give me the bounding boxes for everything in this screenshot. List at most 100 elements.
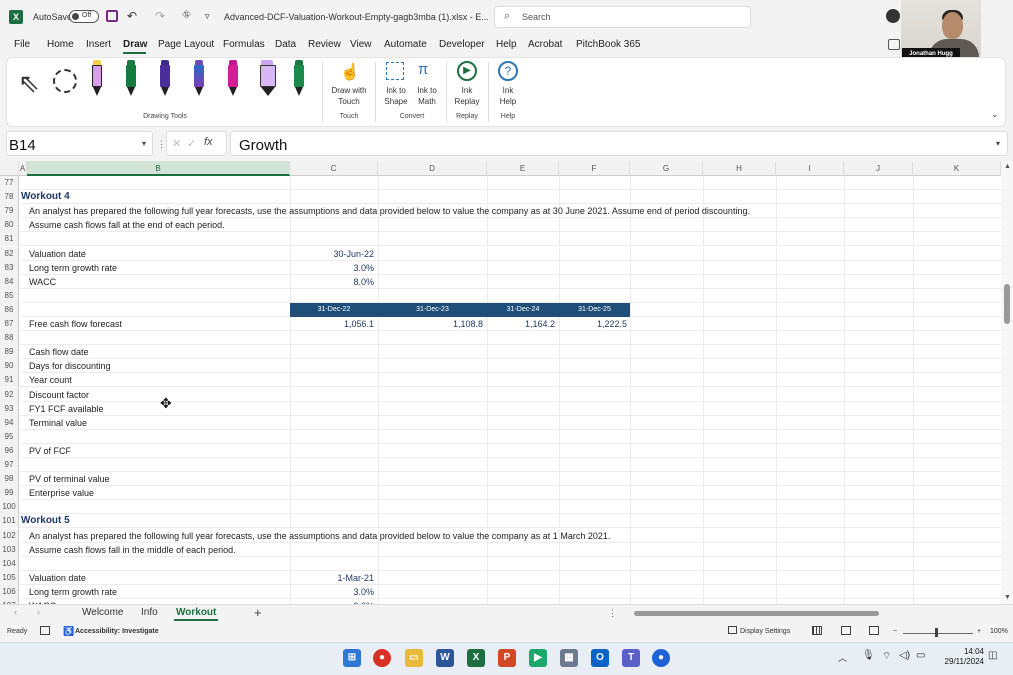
media-player-icon[interactable]: ▶: [529, 649, 547, 667]
formula-input[interactable]: Growth ▾: [230, 131, 1008, 156]
row-number[interactable]: 102: [0, 528, 19, 543]
row-number[interactable]: 87: [0, 317, 19, 331]
sheet-row[interactable]: 97: [0, 458, 1001, 473]
rows-area[interactable]: 77 78 Workout 4 79 An analyst has prepared t…: [0, 176, 1001, 604]
sheet-row[interactable]: 80 Assume cash flows fall at the end of e…: [0, 218, 1001, 233]
powerpoint-icon[interactable]: P: [498, 649, 516, 667]
menu-review[interactable]: Review: [308, 39, 341, 50]
insert-function-icon[interactable]: fx: [204, 136, 213, 148]
sheet-row[interactable]: 89 Cash flow date: [0, 345, 1001, 360]
sheet-row[interactable]: 100: [0, 500, 1001, 515]
row-number[interactable]: 100: [0, 500, 19, 515]
add-sheet-icon[interactable]: +: [254, 605, 262, 620]
ink-help-button[interactable]: Ink Help: [493, 85, 523, 107]
horizontal-scrollbar[interactable]: [630, 609, 998, 618]
forecast-value-cell[interactable]: 1,222.5: [547, 317, 627, 331]
notifications-icon[interactable]: ◫: [988, 650, 997, 661]
row-number[interactable]: 92: [0, 387, 19, 402]
row-number[interactable]: 89: [0, 345, 19, 360]
chevron-up-icon[interactable]: ︿: [838, 651, 847, 664]
profile-avatar[interactable]: [886, 9, 900, 23]
sheet-row[interactable]: 102 An analyst has prepared the following…: [0, 528, 1001, 543]
sheet-tab-welcome[interactable]: Welcome: [82, 607, 124, 618]
forecast-value-cell[interactable]: 1,108.8: [403, 317, 483, 331]
ink-to-shape-button[interactable]: Ink to Shape: [380, 85, 412, 107]
row-number[interactable]: 105: [0, 570, 19, 585]
sheet-row[interactable]: 79 An analyst has prepared the following …: [0, 204, 1001, 219]
row-number[interactable]: 97: [0, 458, 19, 472]
column-header-b[interactable]: B: [27, 161, 290, 176]
page-layout-view-icon[interactable]: [841, 626, 851, 635]
ink-to-shape-icon[interactable]: [386, 62, 404, 80]
column-header-e[interactable]: E: [487, 161, 559, 176]
label-cell[interactable]: Cash flow date: [29, 345, 89, 359]
save-icon[interactable]: [106, 10, 118, 22]
input-value-cell[interactable]: 30-Jun-22: [290, 247, 374, 261]
sheet-row[interactable]: 90 Days for discounting: [0, 359, 1001, 374]
teams-icon[interactable]: T: [622, 649, 640, 667]
pen-green-icon[interactable]: [124, 60, 138, 96]
period-header-cell[interactable]: 31-Dec-23: [378, 302, 487, 317]
draw-with-touch-button[interactable]: Draw with Touch: [329, 85, 369, 107]
redo-icon[interactable]: ↷: [155, 9, 165, 23]
menu-pitchbook[interactable]: PitchBook 365: [576, 39, 641, 50]
wifi-icon[interactable]: ⌔: [882, 650, 891, 663]
column-header-f[interactable]: F: [559, 161, 630, 176]
sheet-row[interactable]: 91 Year count: [0, 373, 1001, 388]
select-pointer-icon[interactable]: ⇖: [18, 68, 40, 99]
quick-access-icon[interactable]: ⛗: [182, 9, 191, 22]
menu-insert[interactable]: Insert: [86, 39, 111, 50]
sheet-row[interactable]: 105 Valuation date 1-Mar-21: [0, 570, 1001, 585]
clock-date[interactable]: 29/11/2024: [938, 657, 984, 666]
sheet-row[interactable]: 106 Long term growth rate 3.0%: [0, 584, 1001, 599]
pencil-yellow-icon[interactable]: [90, 60, 104, 96]
sheet-row[interactable]: 95: [0, 429, 1001, 444]
row-number[interactable]: 88: [0, 331, 19, 346]
sheet-row[interactable]: 101 Workout 5: [0, 514, 1001, 529]
sheet-row[interactable]: 94 Terminal value: [0, 415, 1001, 430]
sheet-row[interactable]: 88: [0, 331, 1001, 346]
zoom-slider-thumb[interactable]: [935, 628, 938, 637]
input-value-cell[interactable]: 3.0%: [290, 261, 374, 275]
scroll-up-icon[interactable]: ▲: [1004, 163, 1011, 170]
label-cell[interactable]: Days for discounting: [29, 359, 111, 373]
row-number[interactable]: 95: [0, 429, 19, 444]
label-cell[interactable]: Long term growth rate: [29, 585, 117, 599]
label-cell[interactable]: FY1 FCF available: [29, 402, 104, 416]
row-number[interactable]: 81: [0, 232, 19, 247]
menu-automate[interactable]: Automate: [384, 39, 427, 50]
column-header-j[interactable]: J: [844, 161, 913, 176]
pen-magenta-icon[interactable]: [226, 60, 240, 96]
input-value-cell[interactable]: 3.0%: [290, 585, 374, 599]
row-number[interactable]: 94: [0, 415, 19, 430]
period-header-cell[interactable]: 31-Dec-24: [487, 302, 559, 317]
autosave-toggle[interactable]: Off: [69, 10, 99, 23]
sheet-row[interactable]: 77: [0, 176, 1001, 191]
tabs-options-icon[interactable]: ⋮: [608, 608, 617, 619]
next-sheet-icon[interactable]: ›: [37, 607, 40, 617]
label-cell[interactable]: Terminal value: [29, 416, 87, 430]
row-number[interactable]: 104: [0, 556, 19, 571]
display-settings-icon[interactable]: [728, 626, 737, 634]
sheet-row[interactable]: 86 31-Dec-22 31-Dec-23 31-Dec-24 31-Dec-25: [0, 302, 1001, 317]
chevron-down-icon[interactable]: ▾: [142, 139, 146, 148]
clock-time[interactable]: 14:04: [948, 647, 984, 656]
label-cell[interactable]: Valuation date: [29, 571, 86, 585]
horizontal-scroll-thumb[interactable]: [634, 611, 879, 616]
microphone-icon[interactable]: 🎙: [862, 650, 875, 661]
menu-page-layout[interactable]: Page Layout: [158, 39, 214, 50]
menu-data[interactable]: Data: [275, 39, 296, 50]
ink-to-math-button[interactable]: Ink to Math: [412, 85, 442, 107]
highlighter-lavender-icon[interactable]: [258, 60, 278, 96]
label-cell[interactable]: Discount factor: [29, 388, 89, 402]
comments-icon[interactable]: [888, 39, 900, 50]
column-header-k[interactable]: K: [913, 161, 1001, 176]
scroll-down-icon[interactable]: ▼: [1004, 594, 1011, 601]
menu-formulas[interactable]: Formulas: [223, 39, 265, 50]
column-header-c[interactable]: C: [290, 161, 378, 176]
windows-start-icon[interactable]: ⊞: [343, 649, 361, 667]
row-number[interactable]: 99: [0, 486, 19, 501]
section-title[interactable]: Workout 4: [21, 190, 70, 204]
forecast-value-cell[interactable]: 1,164.2: [475, 317, 555, 331]
sheet-row[interactable]: 81: [0, 232, 1001, 247]
